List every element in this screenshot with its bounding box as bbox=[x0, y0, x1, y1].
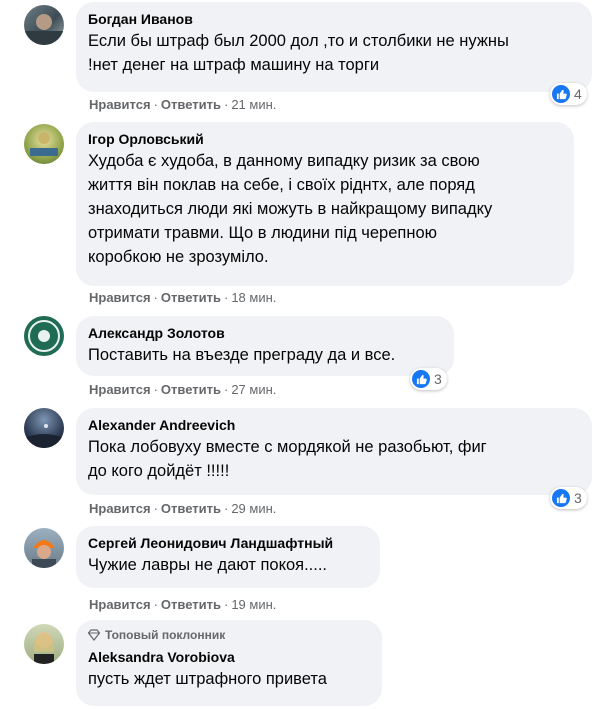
timestamp[interactable]: 18 мин. bbox=[231, 290, 276, 305]
reply-link[interactable]: Ответить bbox=[161, 501, 221, 516]
reaction-count[interactable]: 3 bbox=[410, 368, 447, 390]
badge-label: Топовый поклонник bbox=[105, 628, 226, 642]
reply-link[interactable]: Ответить bbox=[161, 597, 221, 612]
comment-line: Пока лобовуху вместе с мордякой не разоб… bbox=[88, 438, 487, 456]
author-name[interactable]: Богдан Иванов bbox=[88, 10, 580, 28]
comment-line: !нет денег на штраф машину на торги bbox=[88, 56, 380, 74]
like-reaction-icon bbox=[552, 489, 570, 507]
comment-bubble: Богдан Иванов Если бы штраф был 2000 дол… bbox=[76, 2, 592, 92]
comment-text: Если бы штраф был 2000 дол ,то и столбик… bbox=[88, 29, 580, 77]
author-name[interactable]: Alexander Andreevich bbox=[88, 416, 580, 434]
user-photo-icon bbox=[34, 632, 54, 664]
avatar[interactable] bbox=[24, 624, 64, 664]
comment-bubble: Alexander Andreevich Пока лобовуху вмест… bbox=[76, 408, 592, 495]
reaction-number: 3 bbox=[434, 371, 442, 387]
comment-bubble: Ігор Орловський Худоба є худоба, в данно… bbox=[76, 122, 574, 286]
reply-link[interactable]: Ответить bbox=[161, 382, 221, 397]
comment-text: пусть ждет штрафного привета bbox=[88, 667, 370, 691]
comment-line: Чужие лавры не дают покоя..... bbox=[88, 556, 328, 574]
comment-line: отримати травми. Що в людини під черепно… bbox=[88, 224, 438, 242]
like-reaction-icon bbox=[552, 85, 570, 103]
user-photo-icon bbox=[32, 540, 56, 568]
diamond-icon bbox=[88, 629, 100, 641]
like-link[interactable]: Нравится bbox=[89, 290, 151, 305]
comment-line: пусть ждет штрафного привета bbox=[88, 670, 327, 688]
comment-line: Поставить на въезде преграду да и все. bbox=[88, 346, 396, 364]
like-link[interactable]: Нравится bbox=[89, 501, 151, 516]
avatar[interactable] bbox=[24, 408, 64, 448]
comment-text: Худоба є худоба, в данному випадку ризик… bbox=[88, 149, 562, 269]
comment-line: до кого дойдёт !!!!! bbox=[88, 462, 230, 480]
comment-line: знаходиться люди які можуть в найкращому… bbox=[88, 200, 493, 218]
comment-text: Пока лобовуху вместе с мордякой не разоб… bbox=[88, 435, 580, 483]
comment-text: Чужие лавры не дают покоя..... bbox=[88, 553, 368, 577]
avatar[interactable] bbox=[24, 124, 64, 164]
comment-bubble: Топовый поклонник Aleksandra Vorobiova п… bbox=[76, 620, 382, 706]
comment-line: життя він поклав на себе, і своїх ріднтх… bbox=[88, 176, 475, 194]
comment-actions: Нравится · Ответить · 21 мин. bbox=[89, 97, 277, 112]
comment-text: Поставить на въезде преграду да и все. bbox=[88, 343, 442, 367]
like-reaction-icon bbox=[412, 370, 430, 388]
comment-actions: Нравится · Ответить · 29 мин. bbox=[89, 501, 277, 516]
avatar[interactable] bbox=[24, 316, 64, 356]
comment-actions: Нравится · Ответить · 27 мин. bbox=[89, 382, 277, 397]
top-fan-badge: Топовый поклонник bbox=[88, 628, 370, 642]
user-photo-icon bbox=[24, 424, 64, 448]
reaction-count[interactable]: 3 bbox=[550, 487, 587, 509]
reaction-number: 4 bbox=[574, 86, 582, 102]
reaction-number: 3 bbox=[574, 490, 582, 506]
comment-line: Худоба є худоба, в данному випадку ризик… bbox=[88, 152, 480, 170]
comment-actions: Нравится · Ответить · 18 мин. bbox=[89, 290, 277, 305]
author-name[interactable]: Сергей Леонидович Ландшафтный bbox=[88, 534, 368, 552]
user-photo-icon bbox=[24, 14, 64, 45]
user-photo-icon bbox=[30, 132, 58, 156]
author-name[interactable]: Ігор Орловський bbox=[88, 130, 562, 148]
comment-bubble: Сергей Леонидович Ландшафтный Чужие лавр… bbox=[76, 526, 380, 588]
comment-line: Если бы штраф был 2000 дол ,то и столбик… bbox=[88, 32, 509, 50]
author-name[interactable]: Aleksandra Vorobiova bbox=[88, 648, 370, 666]
comment-bubble: Александр Золотов Поставить на въезде пр… bbox=[76, 316, 454, 376]
author-name[interactable]: Александр Золотов bbox=[88, 324, 442, 342]
timestamp[interactable]: 27 мин. bbox=[231, 382, 276, 397]
timestamp[interactable]: 19 мин. bbox=[231, 597, 276, 612]
logo-avatar-icon bbox=[28, 320, 60, 352]
comment-actions: Нравится · Ответить · 19 мин. bbox=[89, 597, 277, 612]
timestamp[interactable]: 29 мин. bbox=[231, 501, 276, 516]
avatar[interactable] bbox=[24, 5, 64, 45]
reply-link[interactable]: Ответить bbox=[161, 290, 221, 305]
reaction-count[interactable]: 4 bbox=[550, 83, 587, 105]
like-link[interactable]: Нравится bbox=[89, 597, 151, 612]
reply-link[interactable]: Ответить bbox=[161, 97, 221, 112]
timestamp[interactable]: 21 мин. bbox=[231, 97, 276, 112]
avatar[interactable] bbox=[24, 528, 64, 568]
comment-line: коробкою не зрозуміло. bbox=[88, 248, 269, 266]
like-link[interactable]: Нравится bbox=[89, 382, 151, 397]
like-link[interactable]: Нравится bbox=[89, 97, 151, 112]
